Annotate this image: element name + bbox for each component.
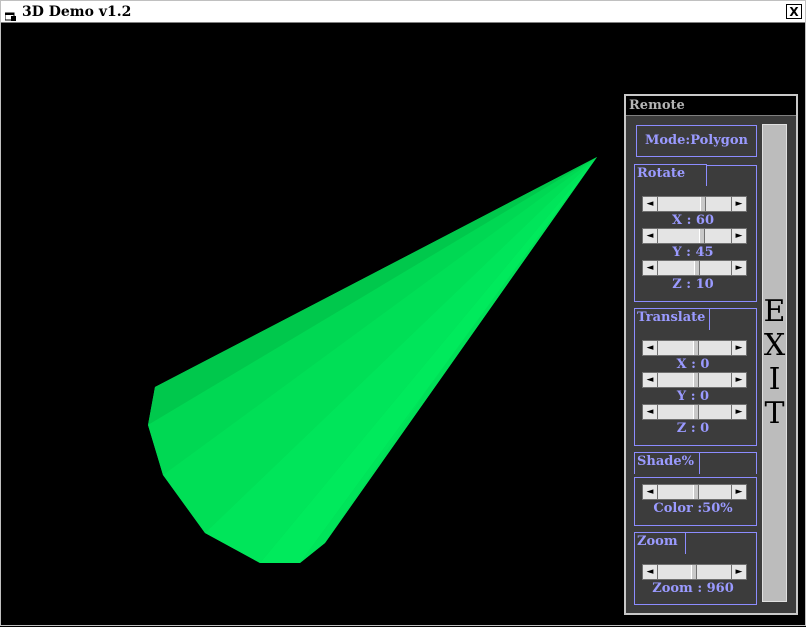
rotate-z-value: Z : 10 [672, 277, 714, 292]
cone-face [163, 157, 597, 533]
arrow-right-icon[interactable]: ► [731, 565, 746, 579]
arrow-left-icon[interactable]: ◄ [643, 405, 658, 419]
window-title: 3D Demo v1.2 [22, 3, 132, 20]
arrow-left-icon[interactable]: ◄ [643, 565, 658, 579]
mode-label: Mode:Polygon [644, 133, 749, 148]
rotate-z-slider[interactable]: ◄ ► [642, 260, 747, 276]
app-icon [4, 7, 17, 21]
arrow-right-icon[interactable]: ► [731, 485, 746, 499]
shade-group-top [699, 452, 757, 453]
shade-value: Color :50% [653, 501, 733, 516]
translate-x-value: X : 0 [676, 357, 710, 372]
zoom-tab: Zoom [634, 532, 686, 554]
arrow-right-icon[interactable]: ► [731, 261, 746, 275]
slider-thumb[interactable] [691, 565, 697, 579]
exit-letter: E [763, 294, 786, 329]
translate-group-side [756, 308, 757, 330]
remote-panel: Remote Mode:Polygon Rotate ◄ ► X : 60 ◄ … [624, 94, 798, 615]
slider-thumb[interactable] [693, 485, 699, 499]
arrow-right-icon[interactable]: ► [731, 341, 746, 355]
exit-letter: I [768, 362, 781, 397]
zoom-value: Zoom : 960 [652, 581, 734, 596]
close-button[interactable]: X [786, 4, 802, 19]
exit-letter: T [764, 396, 785, 431]
translate-y-value: Y : 0 [676, 389, 710, 404]
translate-z-value: Z : 0 [676, 421, 710, 436]
translate-group-top [709, 308, 757, 309]
shade-slider[interactable]: ◄ ► [642, 484, 747, 500]
translate-y-slider[interactable]: ◄ ► [642, 372, 747, 388]
translate-tab: Translate [634, 308, 710, 330]
translate-z-slider[interactable]: ◄ ► [642, 404, 747, 420]
arrow-left-icon[interactable]: ◄ [643, 261, 658, 275]
arrow-left-icon[interactable]: ◄ [643, 341, 658, 355]
remote-title[interactable]: Remote [626, 96, 796, 116]
exit-button[interactable]: E X I T [762, 124, 787, 602]
slider-thumb[interactable] [694, 261, 700, 275]
zoom-group-top [685, 532, 757, 533]
translate-x-slider[interactable]: ◄ ► [642, 340, 747, 356]
arrow-left-icon[interactable]: ◄ [643, 373, 658, 387]
shade-tab: Shade% [634, 452, 700, 474]
slider-thumb[interactable] [693, 341, 699, 355]
slider-thumb[interactable] [693, 373, 699, 387]
slider-thumb[interactable] [699, 229, 705, 243]
arrow-left-icon[interactable]: ◄ [643, 485, 658, 499]
app-window: 3D Demo v1.2 X Remote Mode:Polygon Rotat… [0, 0, 806, 626]
zoom-label: Zoom [637, 534, 678, 549]
zoom-slider[interactable]: ◄ ► [642, 564, 747, 580]
zoom-group-side [756, 532, 757, 554]
arrow-right-icon[interactable]: ► [731, 197, 746, 211]
rotate-x-slider[interactable]: ◄ ► [642, 196, 747, 212]
title-bar[interactable]: 3D Demo v1.2 X [1, 1, 805, 23]
arrow-left-icon[interactable]: ◄ [643, 229, 658, 243]
rotate-y-slider[interactable]: ◄ ► [642, 228, 747, 244]
shade-label: Shade% [637, 454, 694, 469]
exit-letter: X [763, 328, 786, 363]
translate-label: Translate [637, 310, 706, 325]
slider-thumb[interactable] [693, 405, 699, 419]
shade-group-side [756, 452, 757, 474]
arrow-right-icon[interactable]: ► [731, 373, 746, 387]
rotate-group-top [706, 165, 757, 166]
arrow-right-icon[interactable]: ► [731, 229, 746, 243]
mode-button[interactable]: Mode:Polygon [636, 125, 757, 157]
arrow-right-icon[interactable]: ► [731, 405, 746, 419]
rotate-y-value: Y : 45 [672, 245, 714, 260]
arrow-left-icon[interactable]: ◄ [643, 197, 658, 211]
slider-thumb[interactable] [700, 197, 706, 211]
rotate-x-value: X : 60 [671, 213, 715, 228]
